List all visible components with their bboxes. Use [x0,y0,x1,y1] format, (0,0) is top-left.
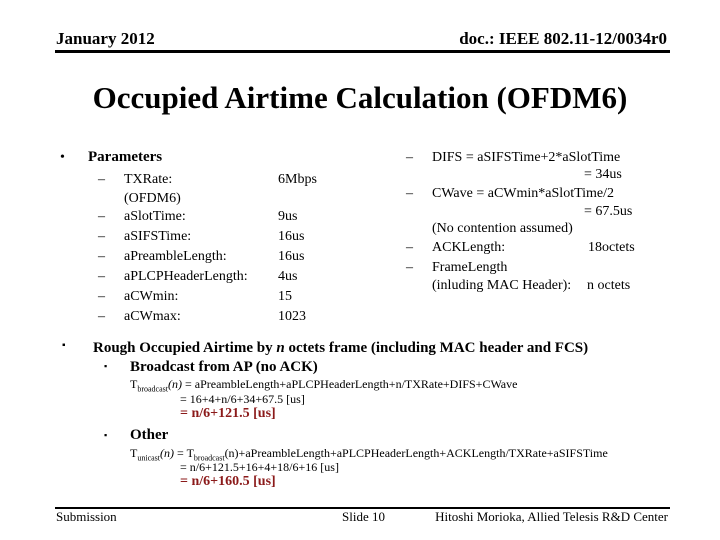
dash-icon: – [98,289,105,304]
frame-name-2: (inluding MAC Header): [432,278,572,293]
cwave-note: (No contention assumed) [432,221,573,236]
other-heading: Other [130,427,169,443]
derived-frame: – FrameLength [406,258,507,278]
frame-name: FrameLength [432,260,508,275]
other-result: = n/6+160.5 [us] [180,474,276,489]
param-txrate: – TXRate: [98,170,172,190]
ack-value: 18octets [588,240,635,255]
rough-heading: Rough Occupied Airtime by n octets frame… [93,340,588,357]
param-name: TXRate: [124,172,173,187]
param-value: 16us [278,249,305,264]
dash-icon: – [406,150,413,165]
dash-icon: – [98,229,105,244]
dash-icon: – [98,309,105,324]
header-date: January 2012 [56,29,155,48]
param-name: aSIFSTime: [124,229,192,244]
t-subscript: unicast [137,453,161,463]
param-slottime: – aSlotTime: [98,207,186,227]
ack-name: ACKLength: [432,240,506,255]
param-value: 4us [278,269,298,284]
param-name: aCWmin: [124,289,179,304]
dash-icon: – [98,209,105,224]
derived-ack: – ACKLength: [406,238,505,258]
param-preamble: – aPreambleLength: [98,247,227,267]
dash-icon: – [406,260,413,275]
dash-icon: – [406,240,413,255]
header-rule [55,50,670,53]
param-name: aCWmax: [124,309,181,324]
footer-left: Submission [56,509,117,524]
slide-title: Occupied Airtime Calculation (OFDM6) [92,80,628,115]
rough-heading-n: n [276,340,285,356]
param-name: aPLCPHeaderLength: [124,269,248,284]
other-line2: = n/6+121.5+16+4+18/6+16 [us] [180,460,339,474]
cwave-expr: CWave = aCWmin*aSlotTime/2 [432,186,615,201]
bullet-icon: • [60,150,65,165]
dash-icon: – [98,172,105,187]
header-doc-id: doc.: IEEE 802.11-12/0034r0 [459,29,667,48]
t-arg: (n) [160,446,175,460]
frame-value: n octets [587,278,631,293]
param-value: 6Mbps [278,172,317,187]
t-symbol: = T [174,446,194,460]
param-cwmin: – aCWmin: [98,287,178,307]
cwave-result: = 67.5us [584,204,633,219]
rough-heading-post: octets frame (including MAC header and F… [284,340,589,356]
param-plcpheader: – aPLCPHeaderLength: [98,267,248,287]
broadcast-line2: = 16+4+n/6+34+67.5 [us] [180,392,305,406]
bullet-icon: ▪ [104,361,108,371]
param-value: 16us [278,229,305,244]
param-sifstime: – aSIFSTime: [98,227,191,247]
difs-result: = 34us [584,167,622,182]
dash-icon: – [406,186,413,201]
difs-expr: DIFS = aSIFSTime+2*aSlotTime [432,150,621,165]
formula-rhs: (n)+aPreambleLength+aPLCPHeaderLength+AC… [224,446,608,460]
param-cwmax: – aCWmax: [98,307,181,327]
bullet-icon: ▪ [104,430,108,440]
param-value: 1023 [278,309,306,324]
param-value: 9us [278,209,298,224]
t-subscript: broadcast [137,384,168,394]
formula-rhs: = aPreambleLength+aPLCPHeaderLength+n/TX… [182,377,518,391]
param-name: aPreambleLength: [124,249,227,264]
derived-cwave: – CWave = aCWmin*aSlotTime/2 [406,184,614,204]
bullet-icon: ▪ [62,340,66,351]
footer-slide-number: Slide 10 [342,509,385,524]
footer-author: Hitoshi Morioka, Allied Telesis R&D Cent… [435,509,668,524]
param-name-2: (OFDM6) [124,191,181,206]
broadcast-result: = n/6+121.5 [us] [180,406,276,421]
rough-heading-pre: Rough Occupied Airtime by [93,340,277,356]
dash-icon: – [98,269,105,284]
broadcast-formula: Tbroadcast(n) = aPreambleLength+aPLCPHea… [130,377,517,393]
dash-icon: – [98,249,105,264]
t-arg: (n) [168,377,182,391]
parameters-heading: Parameters [88,149,163,165]
param-name: aSlotTime: [124,209,186,224]
param-value: 15 [278,289,292,304]
broadcast-heading: Broadcast from AP (no ACK) [130,359,318,375]
